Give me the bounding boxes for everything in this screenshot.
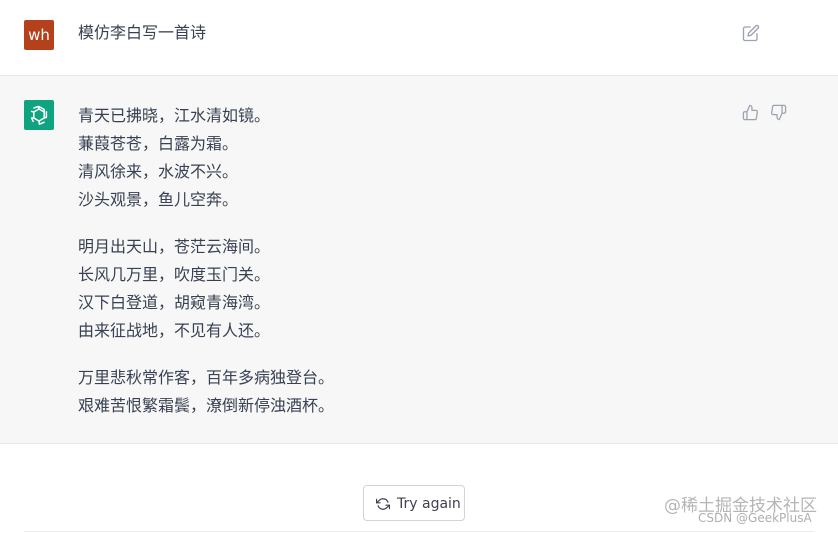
try-again-label: Try again xyxy=(397,496,461,512)
poem-line: 青天已拂晓，江水清如镜。 xyxy=(78,106,271,125)
poem-line: 蒹葭苍苍，白露为霜。 xyxy=(78,134,239,153)
poem-line: 清风徐来，水波不兴。 xyxy=(78,162,239,181)
poem-stanza-1: 青天已拂晓，江水清如镜。 蒹葭苍苍，白露为霜。 清风徐来，水波不兴。 沙头观景，… xyxy=(78,102,334,214)
watermark-text: CSDN @GeekPlusA xyxy=(698,511,812,525)
poem-stanza-3: 万里悲秋常作客，百年多病独登台。 艰难苦恨繁霜鬓，潦倒新停浊酒杯。 xyxy=(78,364,334,420)
poem-line: 汉下白登道，胡窥青海湾。 xyxy=(78,293,271,312)
poem-line: 艰难苦恨繁霜鬓，潦倒新停浊酒杯。 xyxy=(78,396,335,415)
user-message-row: wh 模仿李白写一首诗 xyxy=(0,0,838,76)
poem-line: 明月出天山，苍茫云海间。 xyxy=(78,237,271,256)
edit-icon[interactable] xyxy=(742,24,760,42)
poem-line: 由来征战地，不见有人还。 xyxy=(78,321,271,340)
thumbs-down-icon[interactable] xyxy=(770,104,787,121)
user-message-text: 模仿李白写一首诗 xyxy=(78,23,207,42)
poem-line: 长风几万里，吹度玉门关。 xyxy=(78,265,271,284)
thumbs-up-icon[interactable] xyxy=(742,104,759,121)
divider xyxy=(24,531,814,532)
assistant-avatar xyxy=(24,100,54,130)
try-again-button[interactable]: Try again xyxy=(363,485,465,521)
chat-page: wh 模仿李白写一首诗 青天已拂晓，江水清如镜。 蒹葭苍苍，白露为霜。 清风徐来… xyxy=(0,0,838,533)
poem-stanza-2: 明月出天山，苍茫云海间。 长风几万里，吹度玉门关。 汉下白登道，胡窥青海湾。 由… xyxy=(78,233,334,345)
poem-content: 青天已拂晓，江水清如镜。 蒹葭苍苍，白露为霜。 清风徐来，水波不兴。 沙头观景，… xyxy=(78,102,334,439)
user-avatar: wh xyxy=(24,20,54,50)
poem-line: 沙头观景，鱼儿空奔。 xyxy=(78,190,239,209)
assistant-message-row: 青天已拂晓，江水清如镜。 蒹葭苍苍，白露为霜。 清风徐来，水波不兴。 沙头观景，… xyxy=(0,76,838,444)
poem-line: 万里悲秋常作客，百年多病独登台。 xyxy=(78,368,335,387)
